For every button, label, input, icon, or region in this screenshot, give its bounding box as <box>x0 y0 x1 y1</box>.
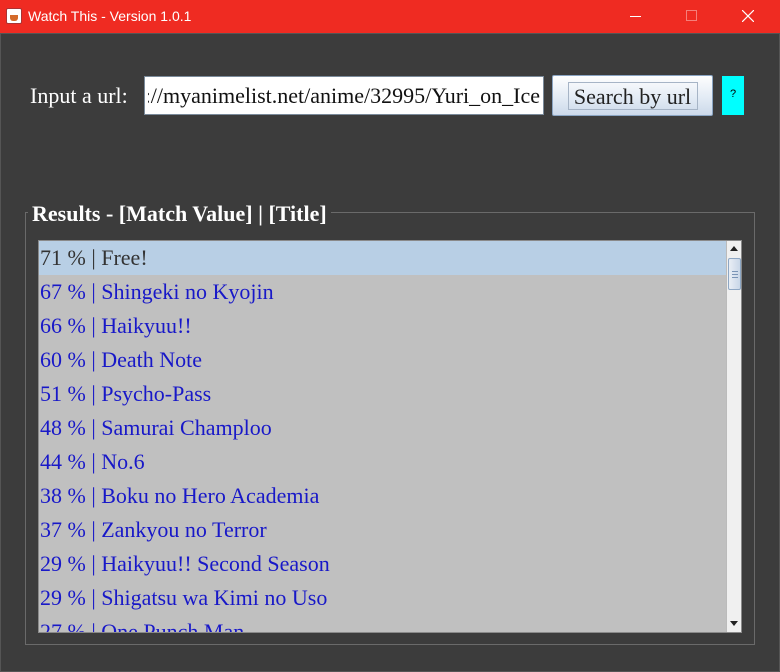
minimize-button[interactable] <box>608 0 664 33</box>
result-item[interactable]: 66 % | Haikyuu!! <box>39 309 726 343</box>
thumb-grip <box>732 271 738 272</box>
result-item[interactable]: 44 % | No.6 <box>39 445 726 479</box>
close-button[interactable] <box>720 0 776 33</box>
results-title: Results - [Match Value] | [Title] <box>28 201 331 227</box>
result-item[interactable]: 67 % | Shingeki no Kyojin <box>39 275 726 309</box>
result-item[interactable]: 38 % | Boku no Hero Academia <box>39 479 726 513</box>
title-bar[interactable]: Watch This - Version 1.0.1 <box>0 0 780 33</box>
url-input[interactable] <box>144 76 544 115</box>
java-cup-icon <box>6 8 22 24</box>
search-button-label: Search by url <box>573 84 692 109</box>
maximize-icon <box>686 10 697 21</box>
help-button[interactable]: ? <box>722 76 744 115</box>
scroll-down-arrow-icon[interactable] <box>727 615 741 631</box>
url-label: Input a url: <box>30 83 128 108</box>
window-title: Watch This - Version 1.0.1 <box>28 8 192 24</box>
result-item[interactable]: 29 % | Shigatsu wa Kimi no Uso <box>39 581 726 615</box>
thumb-grip <box>732 274 738 275</box>
thumb-grip <box>732 277 738 278</box>
close-icon <box>742 10 754 22</box>
results-list[interactable]: 71 % | Free! 67 % | Shingeki no Kyojin 66 … <box>38 240 742 633</box>
result-item[interactable]: 60 % | Death Note <box>39 343 726 377</box>
search-by-url-button[interactable]: Search by url <box>552 75 713 116</box>
scroll-up-arrow-icon[interactable] <box>727 241 741 257</box>
help-button-label: ? <box>729 88 737 100</box>
minimize-icon <box>630 16 641 17</box>
result-item[interactable]: 37 % | Zankyou no Terror <box>39 513 726 547</box>
maximize-button[interactable] <box>664 0 720 33</box>
result-item[interactable]: 48 % | Samurai Champloo <box>39 411 726 445</box>
result-item[interactable]: 27 % | One Punch Man <box>39 615 726 632</box>
result-item[interactable]: 29 % | Haikyuu!! Second Season <box>39 547 726 581</box>
scroll-thumb[interactable] <box>728 258 741 290</box>
results-scrollbar[interactable] <box>726 241 741 632</box>
result-item[interactable]: 51 % | Psycho-Pass <box>39 377 726 411</box>
result-item[interactable]: 71 % | Free! <box>39 241 726 275</box>
